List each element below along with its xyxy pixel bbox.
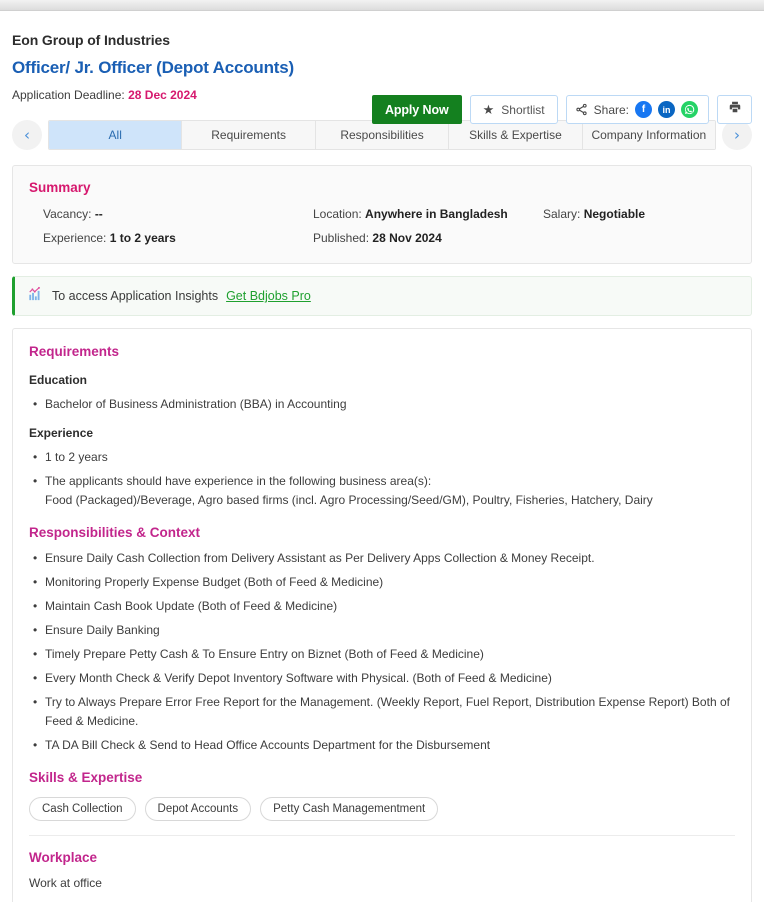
tab-requirements[interactable]: Requirements	[182, 121, 316, 149]
get-bdjobs-pro-link[interactable]: Get Bdjobs Pro	[226, 289, 311, 303]
list-item: Ensure Daily Cash Collection from Delive…	[29, 549, 735, 568]
skills-section-title: Skills & Expertise	[29, 770, 143, 785]
list-item: Every Month Check & Verify Depot Invento…	[29, 669, 735, 688]
list-item: 1 to 2 years	[29, 448, 735, 467]
application-deadline-label: Application Deadline:	[12, 88, 125, 102]
requirements-section-title: Requirements	[29, 344, 120, 359]
list-item: TA DA Bill Check & Send to Head Office A…	[29, 736, 735, 755]
list-item: Try to Always Prepare Error Free Report …	[29, 693, 735, 731]
page-title[interactable]: Officer/ Jr. Officer (Depot Accounts)	[12, 56, 752, 80]
browser-top-strip	[0, 0, 764, 11]
tab-company-information[interactable]: Company Information	[582, 121, 715, 149]
education-list: Bachelor of Business Administration (BBA…	[29, 395, 735, 414]
print-button[interactable]	[717, 95, 752, 124]
tab-skills-expertise[interactable]: Skills & Expertise	[449, 121, 583, 149]
summary-published: Published: 28 Nov 2024	[313, 230, 543, 247]
list-item: Timely Prepare Petty Cash & To Ensure En…	[29, 645, 735, 664]
insights-chart-icon	[27, 286, 44, 307]
workplace-block: Workplace Work at office	[29, 849, 735, 892]
apply-now-button[interactable]: Apply Now	[371, 95, 462, 124]
job-header: Eon Group of Industries Officer/ Jr. Off…	[0, 11, 764, 124]
summary-title: Summary	[29, 180, 91, 195]
tab-responsibilities[interactable]: Responsibilities	[315, 121, 450, 149]
workplace-section-title: Workplace	[29, 850, 98, 865]
printer-icon	[728, 100, 742, 119]
experience-list: 1 to 2 years The applicants should have …	[29, 448, 735, 510]
linkedin-share-icon[interactable]: in	[658, 101, 675, 118]
responsibilities-list: Ensure Daily Cash Collection from Delive…	[29, 549, 735, 755]
skill-chip[interactable]: Depot Accounts	[144, 797, 252, 821]
tab-list: All Requirements Responsibilities Skills…	[48, 120, 716, 150]
tab-all[interactable]: All	[49, 121, 183, 149]
summary-salary-value: Negotiable	[583, 207, 646, 221]
company-name: Eon Group of Industries	[12, 32, 170, 48]
chevron-right-icon[interactable]: ›	[722, 120, 752, 150]
application-deadline-value: 28 Dec 2024	[128, 88, 197, 102]
summary-card: Summary Vacancy: -- Location: Anywhere i…	[12, 165, 752, 264]
summary-location-value: Anywhere in Bangladesh	[365, 207, 508, 221]
summary-location-label: Location:	[313, 207, 362, 221]
summary-location: Location: Anywhere in Bangladesh	[313, 206, 543, 223]
star-icon: ★	[482, 102, 495, 117]
share-group: Share: f in	[565, 95, 709, 124]
summary-salary-label: Salary:	[543, 207, 581, 221]
shortlist-label: Shortlist	[501, 102, 545, 117]
chevron-left-icon[interactable]: ‹	[12, 120, 42, 150]
summary-published-label: Published:	[313, 231, 370, 245]
education-label: Education	[29, 373, 88, 387]
application-insights-banner: To access Application Insights Get Bdjob…	[12, 276, 752, 316]
skill-chip[interactable]: Cash Collection	[29, 797, 136, 821]
summary-vacancy-label: Vacancy:	[43, 207, 92, 221]
list-item: The applicants should have experience in…	[29, 472, 735, 510]
whatsapp-share-icon[interactable]	[681, 101, 698, 118]
summary-vacancy-value: --	[94, 207, 103, 221]
skills-chip-list: Cash Collection Depot Accounts Petty Cas…	[29, 797, 735, 836]
list-item: Monitoring Properly Expense Budget (Both…	[29, 573, 735, 592]
share-label: Share:	[593, 102, 629, 117]
workplace-value: Work at office	[29, 876, 102, 890]
skill-chip[interactable]: Petty Cash Managementment	[260, 797, 439, 821]
action-bar: Apply Now ★ Shortlist Share: f in	[371, 95, 752, 124]
experience-label: Experience	[29, 426, 94, 440]
summary-vacancy: Vacancy: --	[43, 206, 313, 223]
responsibilities-section-title: Responsibilities & Context	[29, 525, 201, 540]
facebook-share-icon[interactable]: f	[635, 101, 652, 118]
list-item: Ensure Daily Banking	[29, 621, 735, 640]
summary-experience: Experience: 1 to 2 years	[43, 230, 313, 247]
share-icon	[575, 103, 588, 116]
list-item: Maintain Cash Book Update (Both of Feed …	[29, 597, 735, 616]
summary-published-value: 28 Nov 2024	[372, 231, 442, 245]
job-details-card: Requirements Education Bachelor of Busin…	[12, 328, 752, 902]
summary-spacer	[543, 230, 735, 247]
summary-experience-label: Experience:	[43, 231, 107, 245]
section-tabs: ‹ All Requirements Responsibilities Skil…	[0, 120, 764, 150]
shortlist-button[interactable]: ★ Shortlist	[469, 95, 558, 124]
summary-grid: Vacancy: -- Location: Anywhere in Bangla…	[29, 206, 735, 247]
summary-salary: Salary: Negotiable	[543, 206, 735, 223]
insights-banner-text: To access Application Insights	[52, 289, 219, 303]
list-item: Bachelor of Business Administration (BBA…	[29, 395, 735, 414]
summary-experience-value: 1 to 2 years	[109, 231, 176, 245]
